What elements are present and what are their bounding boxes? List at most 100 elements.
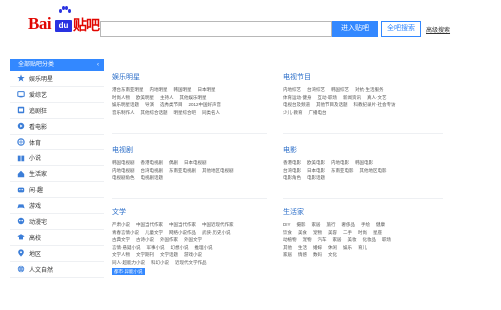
enter-bar-button[interactable]: 进入贴吧 [332,21,378,37]
category-title[interactable]: 生活家 [283,207,397,217]
tag[interactable]: 宠物 [303,237,312,242]
tag[interactable]: 休闲 [328,245,337,250]
category-title[interactable]: 文学 [112,207,240,217]
tag[interactable]: 文化 [328,252,337,257]
tag[interactable]: 日本电视剧 [184,160,207,165]
tag[interactable]: 宠物 [313,230,322,235]
tag[interactable]: 真人·文艺 [367,95,387,100]
tag[interactable]: 选秀类节目 [160,102,183,107]
tag[interactable]: 电视剧角色 [112,175,135,180]
tag[interactable]: 台湾电视剧 [141,168,164,173]
tag[interactable]: 育儿 [358,245,367,250]
highlighted-tag[interactable]: 都市·异能小说 [112,267,145,276]
tag[interactable]: DIY [283,222,291,227]
tag[interactable]: 内地综艺 [283,87,301,92]
tag[interactable]: 日本明星 [198,87,216,92]
sidebar-item-sports[interactable]: 体育 [10,135,104,151]
tag[interactable]: 时尚 [358,230,367,235]
tag[interactable]: 军事小说 [147,245,165,250]
tag[interactable]: 电影角色 [283,175,301,180]
tag[interactable]: 美容 [328,230,337,235]
tag[interactable]: 科教纪录片·社会专访 [354,102,396,107]
tag[interactable]: 电视台及频道 [283,102,310,107]
tag[interactable]: 音乐制作人 [112,110,135,115]
tag[interactable]: 游戏小说 [184,252,202,257]
tag[interactable]: 家居 [283,252,292,257]
category-title[interactable]: 电视剧 [112,145,240,155]
category-title[interactable]: 电视节目 [283,72,402,82]
tag[interactable]: 电影话题 [307,175,325,180]
tag[interactable]: 家居 [333,237,342,242]
sidebar-item-novel[interactable]: 小说 [10,150,104,167]
tag[interactable]: 新闻资讯 [343,95,361,100]
tag[interactable]: 青春言情小说 [112,230,139,235]
sidebar-item-fun[interactable]: 闲·趣 [10,182,104,199]
tag[interactable]: 旅行 [327,222,336,227]
tag[interactable]: 内地明星 [150,87,168,92]
tag[interactable]: 东南亚电影 [331,168,354,173]
tag[interactable]: 2012中国好声音 [189,102,222,107]
tag[interactable]: 韩国电视剧 [112,160,135,165]
tag[interactable]: 情感 [298,252,307,257]
tag[interactable]: 近现代文学作品 [175,260,207,265]
sidebar-item-region[interactable]: 地区 [10,246,104,262]
tag[interactable]: 电视剧话题 [141,175,164,180]
tag[interactable]: 文学人物 [112,252,130,257]
tag[interactable]: 内地电视剧 [112,168,135,173]
tag[interactable]: 儿童文学 [145,230,163,235]
category-title[interactable]: 电影 [283,145,393,155]
advanced-search-link[interactable]: 高级搜索 [426,25,450,34]
tag[interactable]: 韩国电影 [355,160,373,165]
tag[interactable]: 其他节目及话题 [316,102,348,107]
sidebar-item-life[interactable]: 生活家 [10,166,104,183]
tag[interactable]: 武侠·历史小说 [202,230,231,235]
tag[interactable]: 同人·超能力小说 [112,260,145,265]
search-all-button[interactable]: 全吧搜索 [381,21,421,37]
tag[interactable]: 推理小说 [195,245,213,250]
tag[interactable]: 美食 [298,230,307,235]
tag[interactable]: 台湾电影 [283,168,301,173]
sidebar-item-ent[interactable]: 娱乐明星 [10,71,104,87]
tag[interactable]: 网络小说作品 [169,230,196,235]
tag[interactable]: 严肃小说 [112,222,130,227]
tag[interactable]: 同类名人 [202,110,220,115]
tag[interactable]: 韩国明星 [174,87,192,92]
tag[interactable]: 其他综合话题 [141,110,168,115]
tag[interactable]: 幻想小说 [171,245,189,250]
sidebar-item-school[interactable]: 高校 [10,230,104,246]
tag[interactable]: 文学期刊 [136,252,154,257]
tag[interactable]: 化妆品 [363,237,377,242]
sidebar-item-anime[interactable]: 动漫宅 [10,214,104,230]
tag[interactable]: 饮食 [283,230,292,235]
tag[interactable]: 主持人 [160,95,174,100]
tag[interactable]: 外国作家 [160,237,178,242]
tag[interactable]: 生活 [298,245,307,250]
tag[interactable]: 互动·职场 [318,95,338,100]
tag[interactable]: 港台东南亚明星 [112,87,144,92]
tag[interactable]: 中国当代作家 [136,222,163,227]
tag[interactable]: 奢侈品 [342,222,356,227]
tag[interactable]: 其他 [283,245,292,250]
tag[interactable]: 婚嫁 [313,245,322,250]
tag[interactable]: 言情·悬疑小说 [112,245,141,250]
tag[interactable]: 韩国综艺 [331,87,349,92]
tag[interactable]: 东南亚电视剧 [169,168,196,173]
tag[interactable]: 家居 [312,222,321,227]
tag[interactable]: 明星综合吧 [174,110,197,115]
tag[interactable]: 职场 [382,237,391,242]
tag[interactable]: 日本电影 [307,168,325,173]
tag[interactable]: 对抗·生活服务 [355,87,384,92]
tag[interactable]: 香港电影 [283,160,301,165]
sidebar-title[interactable]: 全部贴吧分类 ‹ [10,59,104,71]
tag[interactable]: 美妆 [348,237,357,242]
search-input[interactable] [100,21,332,37]
tag[interactable]: 科幻小说 [151,260,169,265]
tag[interactable]: 古诗小说 [136,237,154,242]
tag[interactable]: 欧美电影 [307,160,325,165]
tag[interactable]: 导演 [145,102,154,107]
tag[interactable]: 数码 [313,252,322,257]
sidebar-item-variety[interactable]: 爱综艺 [10,87,104,103]
sidebar-item-movie[interactable]: 看电影 [10,119,104,135]
tag[interactable]: 娱乐 [343,245,352,250]
sidebar-item-nature[interactable]: 人文自然 [10,262,104,278]
